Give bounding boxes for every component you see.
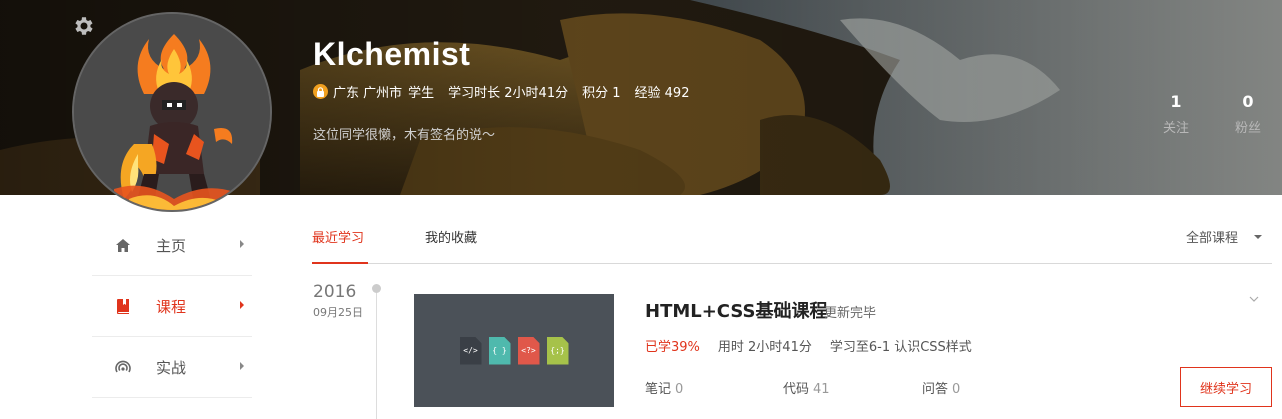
chevron-right-icon bbox=[240, 362, 244, 370]
home-icon bbox=[114, 236, 132, 254]
tab-my-favorites[interactable]: 我的收藏 bbox=[425, 227, 477, 246]
sidebar-item-label: 主页 bbox=[156, 236, 187, 255]
code-file-icon: </> bbox=[459, 336, 482, 365]
following-stat[interactable]: 1 关注 bbox=[1156, 92, 1196, 136]
sidebar-nav: 主页 课程 实战 bbox=[92, 215, 252, 398]
study-time-text: 学习时长 2小时41分 bbox=[448, 86, 569, 101]
notes-label: 笔记 bbox=[645, 382, 672, 397]
timeline-year: 2016 bbox=[313, 282, 357, 302]
course-title[interactable]: HTML+CSS基础课程 bbox=[645, 297, 827, 323]
notes-count: 0 bbox=[675, 382, 684, 397]
location-text: 广东 广州市 bbox=[333, 86, 403, 101]
course-thumbnail[interactable]: </> { } <?> {;} bbox=[414, 294, 614, 407]
timeline-dot bbox=[372, 284, 381, 293]
script-file-icon: {;} bbox=[546, 336, 569, 365]
qa-count-link[interactable]: 问答 0 bbox=[922, 378, 960, 397]
notes-count-link[interactable]: 笔记 0 bbox=[645, 378, 683, 397]
role-text: 学生 bbox=[408, 86, 435, 101]
sidebar-item-courses[interactable]: 课程 bbox=[92, 276, 252, 337]
sidebar-item-practice[interactable]: 实战 bbox=[92, 337, 252, 398]
code-count: 41 bbox=[813, 382, 830, 397]
user-avatar[interactable] bbox=[72, 12, 272, 212]
code-count-link[interactable]: 代码 41 bbox=[783, 378, 830, 397]
learned-to: 学习至6-1 认识CSS样式 bbox=[829, 340, 972, 355]
following-label: 关注 bbox=[1162, 121, 1189, 136]
continue-learning-button[interactable]: 继续学习 bbox=[1180, 367, 1272, 407]
chevron-right-icon bbox=[240, 301, 244, 309]
active-tab-indicator bbox=[312, 262, 368, 264]
chevron-right-icon bbox=[240, 240, 244, 248]
qa-label: 问答 bbox=[922, 382, 949, 397]
course-filter-dropdown[interactable]: 全部课程 bbox=[1186, 227, 1262, 246]
course-progress-info: 已学39% 用时 2小时41分 学习至6-1 认识CSS样式 bbox=[645, 336, 972, 355]
tab-recent-learning[interactable]: 最近学习 bbox=[312, 227, 364, 246]
qa-count: 0 bbox=[952, 382, 961, 397]
sidebar-item-label: 课程 bbox=[156, 297, 187, 316]
php-file-icon: <?> bbox=[517, 336, 540, 365]
followers-label: 粉丝 bbox=[1234, 121, 1261, 136]
followers-count: 0 bbox=[1242, 92, 1254, 111]
chevron-down-icon[interactable] bbox=[1249, 294, 1259, 304]
experience-text: 经验 492 bbox=[634, 86, 690, 101]
timeline-line bbox=[376, 290, 377, 419]
course-filter-label: 全部课程 bbox=[1185, 231, 1238, 246]
code-label: 代码 bbox=[783, 382, 810, 397]
time-used: 用时 2小时41分 bbox=[717, 340, 812, 355]
sidebar-item-home[interactable]: 主页 bbox=[92, 215, 252, 276]
followers-stat[interactable]: 0 粉丝 bbox=[1228, 92, 1268, 136]
course-status: 更新完毕 bbox=[824, 306, 877, 321]
following-count: 1 bbox=[1170, 92, 1182, 111]
progress-percent: 已学39% bbox=[645, 340, 700, 355]
caret-down-icon bbox=[1254, 234, 1262, 239]
practice-icon bbox=[114, 358, 132, 376]
profile-meta: 广东 广州市 学生 学习时长 2小时41分 积分 1 经验 492 bbox=[313, 82, 703, 101]
signature-text: 这位同学很懒，木有签名的说～ bbox=[313, 128, 496, 143]
avatar-fire-character-image bbox=[74, 14, 270, 210]
sidebar-item-label: 实战 bbox=[156, 358, 187, 377]
points-text: 积分 1 bbox=[582, 86, 621, 101]
username: Klchemist bbox=[313, 36, 471, 72]
css-file-icon: { } bbox=[488, 336, 511, 365]
book-icon bbox=[114, 297, 132, 315]
timeline-date: 09月25日 bbox=[313, 306, 363, 319]
settings-gear-icon[interactable] bbox=[72, 14, 96, 38]
course-tabs: 最近学习 我的收藏 全部课程 bbox=[312, 205, 1272, 264]
lock-icon bbox=[313, 84, 328, 99]
